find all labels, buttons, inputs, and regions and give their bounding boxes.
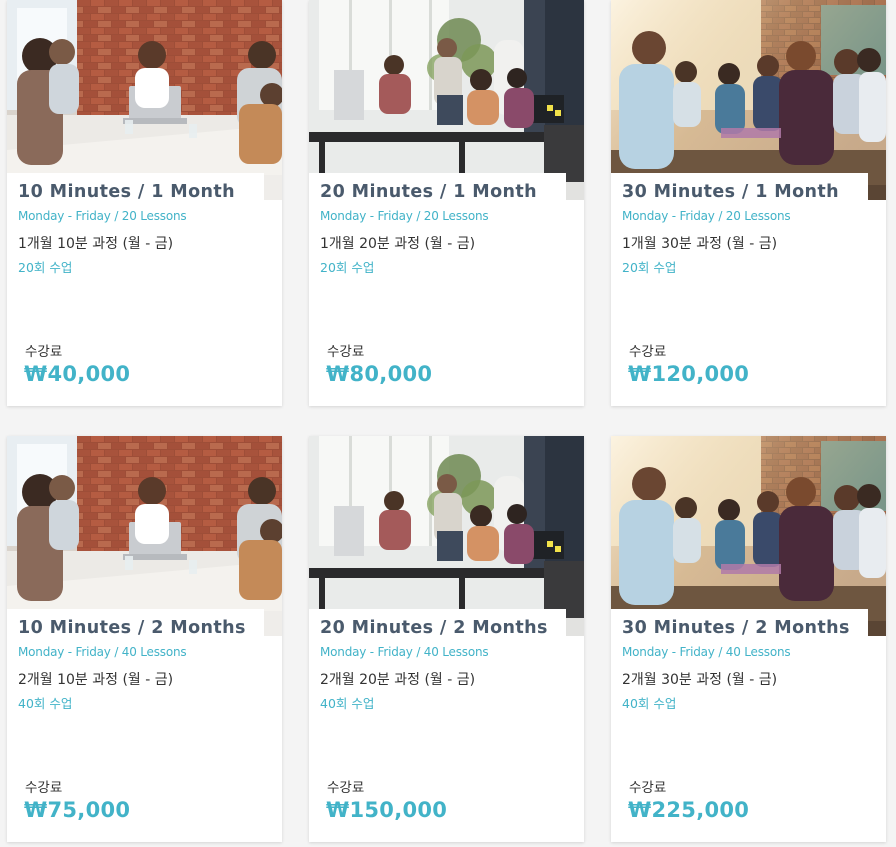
office-meeting-photo: [7, 0, 282, 200]
course-card[interactable]: 10 Minutes / 1 Month Monday - Friday / 2…: [7, 0, 282, 406]
team-office-photo: [309, 436, 584, 636]
course-photo-image: [611, 0, 886, 200]
lesson-count: 20회 수업: [18, 260, 73, 275]
pricing-grid: 10 Minutes / 1 Month Monday - Friday / 2…: [0, 0, 896, 847]
fee-label: 수강료: [25, 344, 63, 360]
course-schedule: Monday - Friday / 40 Lessons: [622, 645, 791, 659]
fee-label: 수강료: [629, 780, 667, 796]
course-schedule: Monday - Friday / 40 Lessons: [18, 645, 187, 659]
course-title: 20 Minutes / 2 Months: [320, 618, 548, 638]
course-schedule: Monday - Friday / 20 Lessons: [622, 209, 791, 223]
lesson-count: 20회 수업: [320, 260, 375, 275]
fee-label: 수강료: [327, 344, 365, 360]
team-office-photo: [309, 0, 584, 200]
course-description: 1개월 20분 과정 (월 - 금): [320, 236, 476, 252]
course-description: 2개월 30분 과정 (월 - 금): [622, 672, 778, 688]
course-schedule: Monday - Friday / 20 Lessons: [18, 209, 187, 223]
course-title: 30 Minutes / 2 Months: [622, 618, 850, 638]
course-card[interactable]: 20 Minutes / 2 Months Monday - Friday / …: [309, 436, 584, 842]
office-meeting-photo: [7, 436, 282, 636]
course-description: 1개월 30분 과정 (월 - 금): [622, 236, 778, 252]
course-schedule: Monday - Friday / 20 Lessons: [320, 209, 489, 223]
course-card[interactable]: 10 Minutes / 2 Months Monday - Friday / …: [7, 436, 282, 842]
course-price: ₩40,000: [24, 362, 131, 386]
course-photo-image: [309, 0, 584, 200]
course-card[interactable]: 30 Minutes / 1 Month Monday - Friday / 2…: [611, 0, 886, 406]
course-card[interactable]: 20 Minutes / 1 Month Monday - Friday / 2…: [309, 0, 584, 406]
course-price: ₩80,000: [326, 362, 433, 386]
course-description: 2개월 10분 과정 (월 - 금): [18, 672, 174, 688]
course-title: 20 Minutes / 1 Month: [320, 182, 537, 202]
lesson-count: 40회 수업: [622, 696, 677, 711]
course-schedule: Monday - Friday / 40 Lessons: [320, 645, 489, 659]
course-photo-image: [309, 436, 584, 636]
course-price: ₩150,000: [326, 798, 448, 822]
course-description: 1개월 10분 과정 (월 - 금): [18, 236, 174, 252]
fee-label: 수강료: [25, 780, 63, 796]
lesson-count: 40회 수업: [320, 696, 375, 711]
course-photo-image: [611, 436, 886, 636]
course-title: 10 Minutes / 1 Month: [18, 182, 235, 202]
group-discussion-photo: [611, 0, 886, 200]
fee-label: 수강료: [327, 780, 365, 796]
course-photo-image: [7, 0, 282, 200]
group-discussion-photo: [611, 436, 886, 636]
course-description: 2개월 20분 과정 (월 - 금): [320, 672, 476, 688]
lesson-count: 20회 수업: [622, 260, 677, 275]
fee-label: 수강료: [629, 344, 667, 360]
course-card[interactable]: 30 Minutes / 2 Months Monday - Friday / …: [611, 436, 886, 842]
course-title: 10 Minutes / 2 Months: [18, 618, 246, 638]
course-title: 30 Minutes / 1 Month: [622, 182, 839, 202]
course-price: ₩75,000: [24, 798, 131, 822]
course-price: ₩225,000: [628, 798, 750, 822]
course-price: ₩120,000: [628, 362, 750, 386]
course-photo-image: [7, 436, 282, 636]
lesson-count: 40회 수업: [18, 696, 73, 711]
